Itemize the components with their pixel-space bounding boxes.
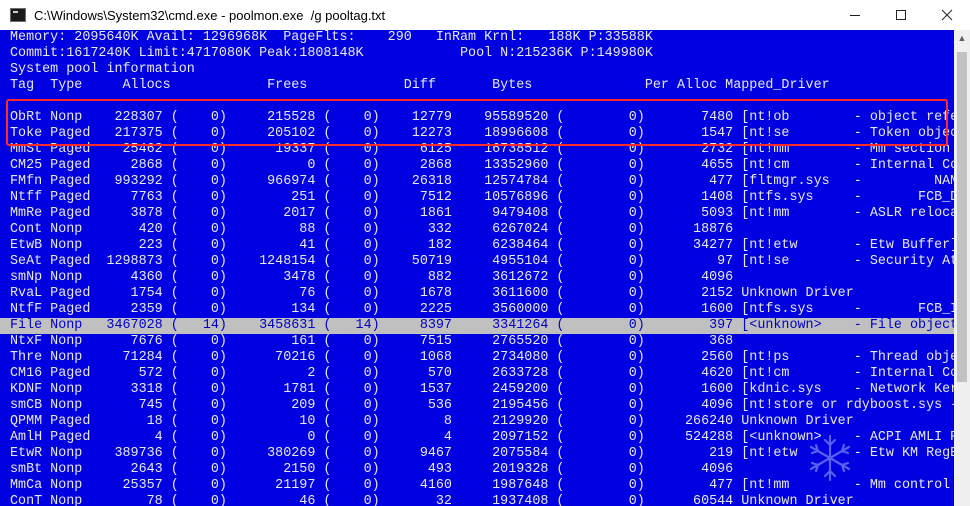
window-controls xyxy=(832,0,970,30)
table-row[interactable]: CM25 Paged 2868 ( 0) 0 ( 0) 2868 1335296… xyxy=(10,158,954,174)
table-row[interactable]: RvaL Paged 1754 ( 0) 76 ( 0) 1678 361160… xyxy=(10,286,854,302)
annotation-highlight-box xyxy=(6,99,948,146)
commit-stats-line: Commit:1617240K Limit:4717080K Peak:1808… xyxy=(10,46,653,61)
maximize-button[interactable] xyxy=(878,0,924,30)
pool-info-heading: System pool information xyxy=(10,62,195,77)
cmd-icon xyxy=(10,8,26,22)
minimize-button[interactable] xyxy=(832,0,878,30)
table-row[interactable]: SeAt Paged 1298873 ( 0) 1248154 ( 0) 507… xyxy=(10,254,954,270)
table-row[interactable]: QPMM Paged 18 ( 0) 10 ( 0) 8 2129920 ( 0… xyxy=(10,414,854,430)
window-title: C:\Windows\System32\cmd.exe - poolmon.ex… xyxy=(34,7,386,23)
snowflake-watermark-icon xyxy=(809,434,851,482)
table-row[interactable]: smBt Nonp 2643 ( 0) 2150 ( 0) 493 201932… xyxy=(10,462,733,478)
memory-stats-line: Memory: 2095640K Avail: 1296968K PageFlt… xyxy=(10,30,653,45)
scroll-up-icon[interactable]: ▲ xyxy=(954,30,970,46)
title-bar[interactable]: C:\Windows\System32\cmd.exe - poolmon.ex… xyxy=(0,0,970,30)
maximize-icon xyxy=(896,10,906,20)
table-row[interactable]: NtfF Paged 2359 ( 0) 134 ( 0) 2225 35600… xyxy=(10,302,954,318)
table-row[interactable]: ConT Nonp 78 ( 0) 46 ( 0) 32 1937408 ( 0… xyxy=(10,494,854,506)
column-headers: Tag Type Allocs Frees Diff Bytes Per All… xyxy=(10,78,830,93)
selected-table-row[interactable]: File Nonp 3467028 ( 14) 3458631 ( 14) 83… xyxy=(0,318,954,334)
table-row[interactable]: smCB Nonp 745 ( 0) 209 ( 0) 536 2195456 … xyxy=(10,398,954,414)
table-row[interactable]: Ntff Paged 7763 ( 0) 251 ( 0) 7512 10576… xyxy=(10,190,954,206)
table-row[interactable]: Thre Nonp 71284 ( 0) 70216 ( 0) 1068 273… xyxy=(10,350,954,366)
table-row[interactable]: EtwB Nonp 223 ( 0) 41 ( 0) 182 6238464 (… xyxy=(10,238,954,254)
table-row[interactable]: Cont Nonp 420 ( 0) 88 ( 0) 332 6267024 (… xyxy=(10,222,733,238)
close-icon xyxy=(941,9,953,21)
table-row[interactable]: KDNF Nonp 3318 ( 0) 1781 ( 0) 1537 24592… xyxy=(10,382,954,398)
table-row[interactable]: NtxF Nonp 7676 ( 0) 161 ( 0) 7515 276552… xyxy=(10,334,733,350)
table-row[interactable]: smNp Nonp 4360 ( 0) 3478 ( 0) 882 361267… xyxy=(10,270,733,286)
minimize-icon xyxy=(850,15,860,16)
vertical-scrollbar[interactable]: ▲ xyxy=(954,30,970,506)
table-row[interactable]: FMfn Paged 993292 ( 0) 966974 ( 0) 26318… xyxy=(10,174,954,190)
table-row[interactable]: CM16 Paged 572 ( 0) 2 ( 0) 570 2633728 (… xyxy=(10,366,954,382)
scrollbar-thumb[interactable] xyxy=(957,52,967,382)
table-row[interactable]: MmRe Paged 3878 ( 0) 2017 ( 0) 1861 9479… xyxy=(10,206,954,222)
close-button[interactable] xyxy=(924,0,970,30)
